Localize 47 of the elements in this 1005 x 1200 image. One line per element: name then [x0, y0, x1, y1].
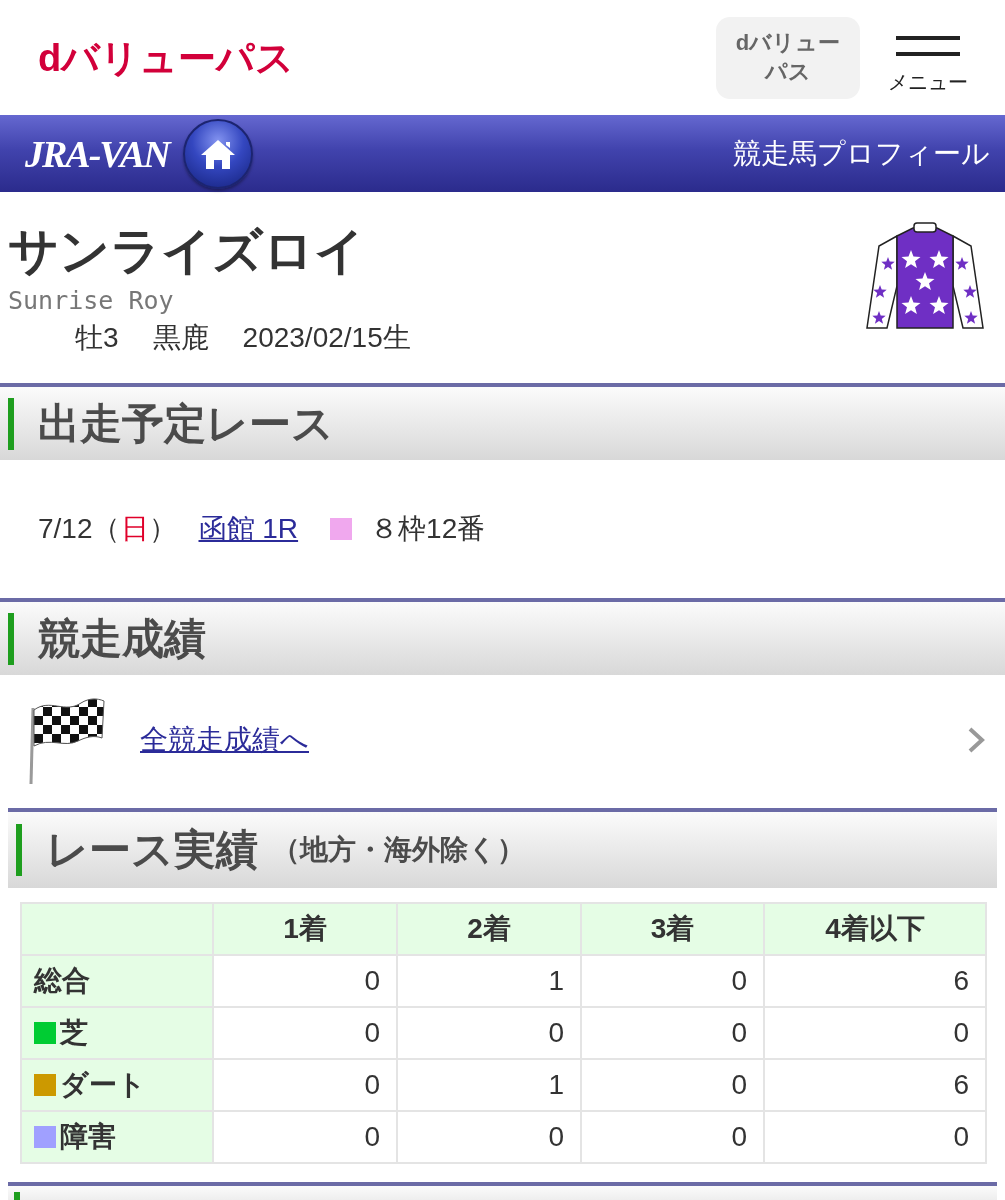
- all-results-link[interactable]: 全競走成績へ: [140, 719, 309, 761]
- menu-icon: [896, 35, 960, 56]
- horse-name: サンライズロイ: [8, 222, 366, 280]
- table-cell: 6: [764, 955, 986, 1007]
- table-cell: 1: [397, 1059, 581, 1111]
- brand-logo[interactable]: JRA-VAN: [25, 134, 169, 173]
- racing-silks-icon: [865, 222, 985, 332]
- page-title: 競走馬プロフィール: [733, 136, 990, 171]
- table-cell: 0: [213, 1111, 397, 1163]
- row-label: 障害: [60, 1123, 116, 1151]
- table-cell: 0: [397, 1007, 581, 1059]
- column-header: 2着: [397, 903, 581, 955]
- table-cell: 0: [581, 1007, 764, 1059]
- brand-logo[interactable]: dバリューパス: [38, 38, 295, 77]
- table-cell: 0: [581, 1059, 764, 1111]
- horse-name-english: Sunrise Roy: [8, 285, 175, 317]
- home-icon: [199, 137, 236, 170]
- chevron-right-icon: [967, 726, 985, 754]
- row-label: 芝: [60, 1019, 88, 1047]
- table-cell: 0: [764, 1111, 986, 1163]
- column-header: 4着以下: [764, 903, 986, 955]
- row-label: 総合: [34, 967, 90, 995]
- horse-detail: 2023/02/15生: [242, 322, 411, 353]
- table-cell: 0: [397, 1111, 581, 1163]
- table-cell: 0: [213, 955, 397, 1007]
- table-cell: 0: [764, 1007, 986, 1059]
- table-cell: 0: [213, 1059, 397, 1111]
- table-cell: 0: [213, 1007, 397, 1059]
- race-date: 7/12（日）: [38, 512, 177, 546]
- post-position: ８枠12番: [370, 512, 486, 546]
- row-label: ダート: [60, 1071, 146, 1099]
- horse-detail: 黒鹿: [152, 322, 209, 353]
- section-title: 出走予定レース: [38, 402, 334, 445]
- horse-detail: 牡3: [75, 322, 119, 353]
- table-cell: 6: [764, 1059, 986, 1111]
- table-cell: 0: [581, 955, 764, 1007]
- section-title: 競走成績: [38, 617, 206, 660]
- race-link[interactable]: 函館 1R: [198, 508, 299, 550]
- column-header: 3着: [581, 903, 764, 955]
- table-cell: 1: [397, 955, 581, 1007]
- table-cell: 0: [581, 1111, 764, 1163]
- pass-button[interactable]: dバリューパス: [716, 16, 860, 99]
- menu-button[interactable]: メニュー: [888, 35, 968, 92]
- section-title: レース実績: [46, 829, 258, 871]
- section-note: （地方・海外除く）: [272, 836, 525, 864]
- home-button[interactable]: [182, 118, 253, 189]
- column-header: 1着: [213, 903, 397, 955]
